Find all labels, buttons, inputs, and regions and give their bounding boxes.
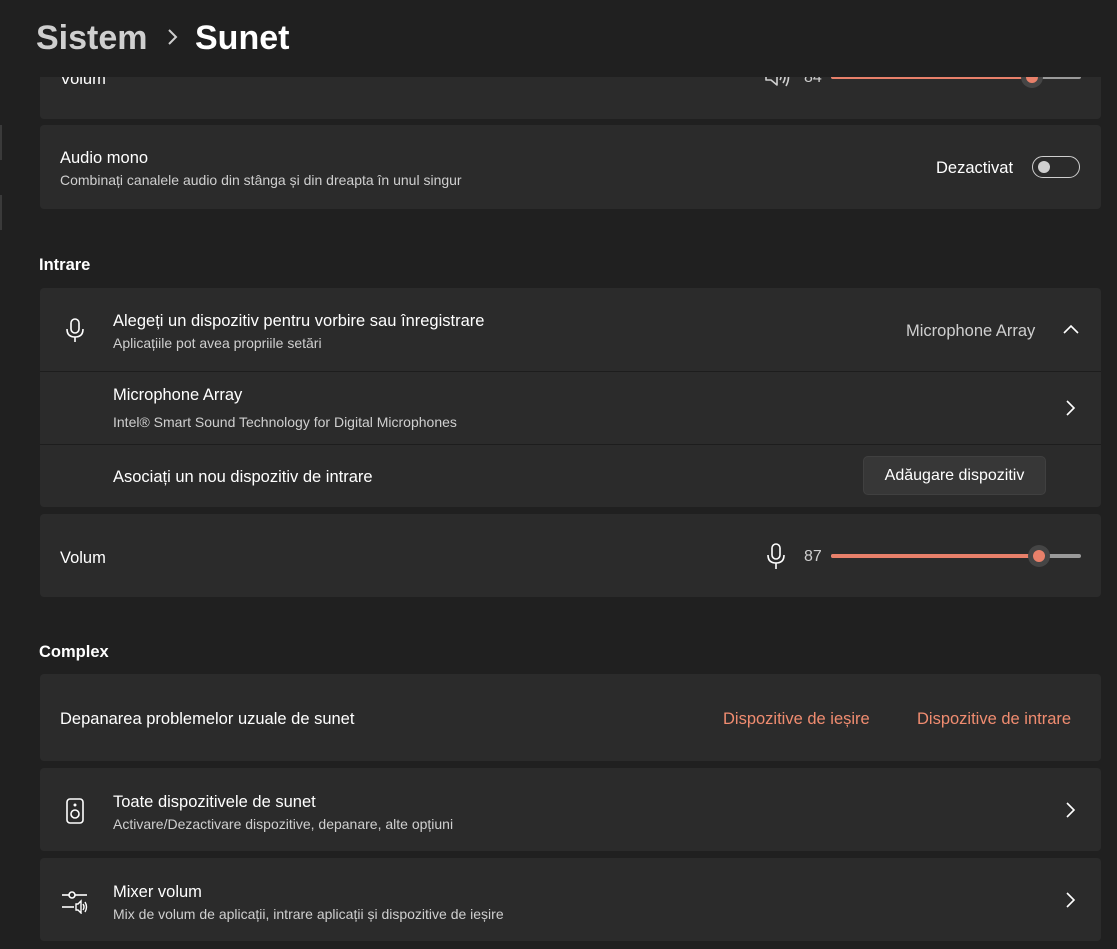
output-devices-link[interactable]: Dispozitive de ieșire <box>723 710 870 729</box>
all-devices-title: Toate dispozitivele de sunet <box>113 793 316 811</box>
choose-device-title: Alegeți un dispozitiv pentru vorbire sau… <box>113 312 485 330</box>
input-volume-card: Volum 87 <box>40 514 1101 597</box>
chevron-right-icon <box>1066 400 1076 416</box>
mono-audio-state: Dezactivat <box>936 159 1014 177</box>
breadcrumb-parent[interactable]: Sistem <box>36 19 148 58</box>
mixer-subtitle: Mix de volum de aplicații, intrare aplic… <box>113 906 504 922</box>
mono-audio-title: Audio mono <box>60 149 149 167</box>
page-title: Sunet <box>195 19 290 57</box>
all-devices-subtitle: Activare/Dezactivare dispozitive, depana… <box>113 816 454 832</box>
chevron-right-icon <box>1066 892 1076 908</box>
mono-audio-card: Audio mono Combinați canalele audio din … <box>40 125 1101 209</box>
left-edge-mark <box>0 125 2 160</box>
input-volume-value: 87 <box>804 548 822 565</box>
mono-audio-subtitle: Combinați canalele audio din stânga și d… <box>60 172 462 188</box>
troubleshoot-card: Depanarea problemelor uzuale de sunet Di… <box>40 674 1101 761</box>
input-device-name: Microphone Array <box>113 386 243 404</box>
toggle-knob <box>1038 161 1050 173</box>
choose-input-device-row[interactable]: Alegeți un dispozitiv pentru vorbire sau… <box>40 288 1101 371</box>
selected-input-device: Microphone Array <box>906 322 1036 340</box>
troubleshoot-label: Depanarea problemelor uzuale de sunet <box>60 710 355 728</box>
page-header: Sistem Sunet <box>0 0 1117 77</box>
mixer-title: Mixer volum <box>113 883 202 901</box>
volume-mixer-row[interactable]: Mixer volum Mix de volum de aplicații, i… <box>40 858 1101 941</box>
input-device-description: Intel® Smart Sound Technology for Digita… <box>113 414 457 430</box>
microphone-icon[interactable] <box>765 543 787 571</box>
add-device-button[interactable]: Adăugare dispozitiv <box>863 456 1046 495</box>
speaker-device-icon <box>66 798 84 824</box>
input-devices-link[interactable]: Dispozitive de intrare <box>917 710 1071 729</box>
input-device-item[interactable]: Microphone Array Intel® Smart Sound Tech… <box>40 372 1101 444</box>
chevron-right-icon <box>168 29 178 45</box>
slider-thumb[interactable] <box>1028 545 1050 567</box>
chevron-right-icon <box>1066 802 1076 818</box>
chevron-up-icon[interactable] <box>1061 321 1081 337</box>
mono-audio-toggle[interactable] <box>1032 156 1080 178</box>
input-volume-label: Volum <box>60 549 106 567</box>
microphone-icon <box>66 318 84 342</box>
all-sound-devices-row[interactable]: Toate dispozitivele de sunet Activare/De… <box>40 768 1101 851</box>
left-edge-mark <box>0 195 2 230</box>
slider-fill <box>831 554 1039 558</box>
input-section-heading: Intrare <box>39 256 91 274</box>
choose-device-subtitle: Aplicațiile pot avea propriile setări <box>113 335 322 351</box>
advanced-section-heading: Complex <box>39 643 109 661</box>
input-device-card: Alegeți un dispozitiv pentru vorbire sau… <box>40 288 1101 507</box>
pair-device-label: Asociați un nou dispozitiv de intrare <box>113 468 373 486</box>
mixer-icon <box>62 891 88 914</box>
pair-input-device-row: Asociați un nou dispozitiv de intrare Ad… <box>40 445 1101 507</box>
